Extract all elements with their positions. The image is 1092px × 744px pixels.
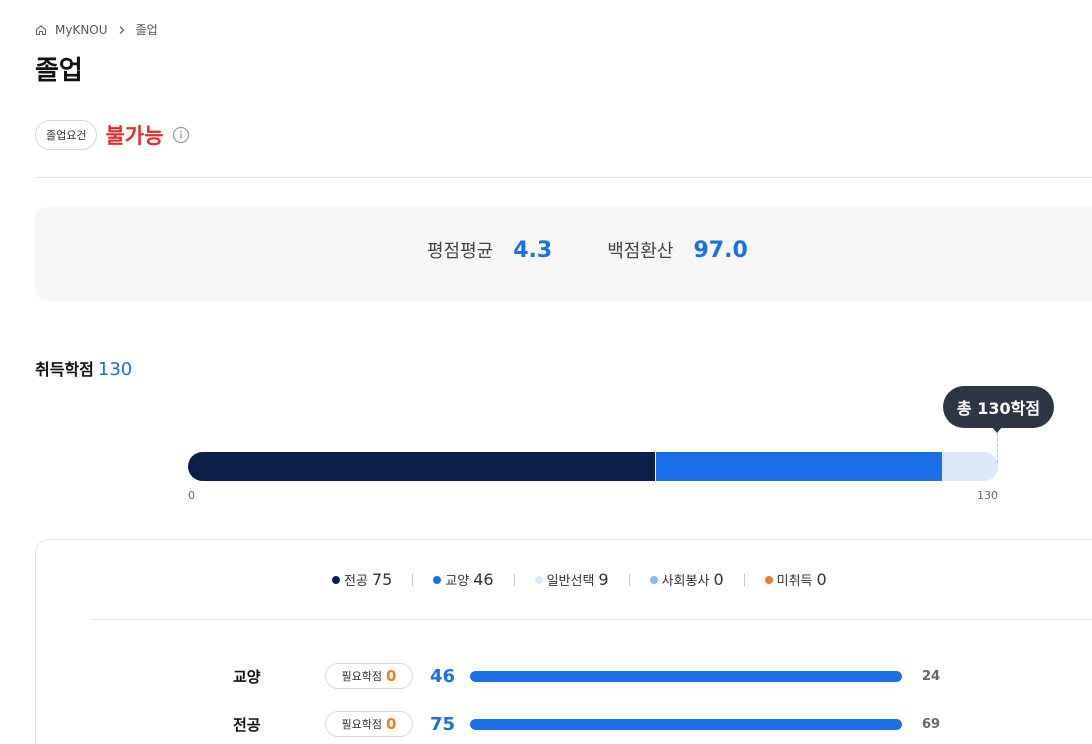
required-credits-value: 0 [386, 715, 397, 733]
required-credits-label: 필요학점 [341, 670, 383, 683]
legend-value: 75 [371, 570, 393, 589]
gpa-score-label: 백점환산 [607, 241, 674, 262]
progress-bar [470, 670, 902, 682]
required-credits-pill: 필요학점 0 [325, 663, 413, 689]
gpa-summary-box: 평점평균 4.3 백점환산 97.0 [35, 207, 1092, 301]
remaining-credits: 24 [922, 668, 941, 684]
breadcrumb-current: 졸업 [135, 23, 158, 37]
page-title: 졸업 [35, 56, 83, 86]
legend-dot [534, 575, 543, 584]
earned-credits: 75 [430, 713, 456, 735]
breadcrumb: MyKNOU 졸업 [35, 21, 158, 38]
credits-title-label: 취득학점 [35, 360, 94, 379]
legend-value: 46 [473, 570, 494, 589]
axis-max-label: 130 [977, 489, 998, 502]
legend-item-general: 교양 46 [433, 570, 494, 589]
bar-segment-major [188, 452, 656, 481]
legend-dot [649, 575, 658, 584]
gpa-avg-value: 4.3 [513, 238, 553, 263]
gpa-score-value: 97.0 [693, 238, 748, 263]
requirement-status: 불가능 [105, 124, 164, 148]
legend-value: 9 [598, 570, 609, 589]
legend-separator [743, 573, 745, 586]
legend-separator [628, 573, 630, 586]
home-icon[interactable] [35, 24, 47, 36]
legend-label: 미취득 [776, 574, 813, 589]
bar-segment-elective [941, 452, 998, 481]
legend-dot [332, 575, 340, 584]
chevron-right-icon [118, 25, 126, 35]
category-label: 교양 [233, 667, 261, 686]
progress-fill [470, 670, 902, 682]
legend-label: 일반선택 [546, 574, 595, 589]
category-label: 전공 [233, 715, 261, 734]
bar-segment-general [655, 452, 942, 481]
section-divider [35, 177, 1092, 178]
gpa-avg-label: 평점평균 [427, 241, 494, 262]
legend-label: 사회봉사 [661, 574, 710, 589]
graduation-requirement-row: 졸업요건 불가능 [35, 120, 190, 150]
legend-separator [513, 573, 515, 586]
legend-item-major: 전공 75 [332, 570, 392, 589]
axis-min-label: 0 [188, 489, 195, 502]
total-marker-line [997, 433, 998, 463]
legend-item-elective: 일반선택 9 [534, 570, 609, 589]
info-icon[interactable] [172, 126, 190, 144]
legend-label: 전공 [344, 574, 368, 589]
remaining-credits: 69 [922, 716, 941, 732]
progress-bar [470, 718, 902, 730]
required-credits-value: 0 [386, 667, 397, 685]
progress-fill [470, 718, 902, 730]
breadcrumb-home-link[interactable]: MyKNOU [55, 23, 108, 37]
legend-value: 0 [713, 570, 724, 589]
credits-legend: 전공 75 교양 46 일반선택 9 사회봉사 0 미취득 0 [332, 570, 827, 589]
credits-heading: 취득학점 130 [35, 356, 132, 380]
legend-dot [764, 575, 773, 584]
legend-label: 교양 [445, 574, 470, 589]
credits-total: 130 [97, 359, 133, 380]
legend-separator [412, 573, 414, 586]
credits-stacked-bar [188, 452, 998, 481]
legend-item-volunteer: 사회봉사 0 [649, 570, 724, 589]
requirement-pill: 졸업요건 [35, 120, 98, 150]
category-row-general: 교양 필요학점 0 46 24 [233, 661, 993, 691]
legend-item-unearned: 미취득 0 [764, 570, 827, 589]
legend-value: 0 [816, 570, 827, 589]
required-credits-label: 필요학점 [341, 718, 383, 731]
total-credits-tooltip: 총 130학점 [943, 386, 1054, 428]
card-divider [90, 619, 1092, 620]
legend-dot [433, 575, 442, 584]
category-row-major: 전공 필요학점 0 75 69 [233, 709, 993, 739]
required-credits-pill: 필요학점 0 [325, 711, 413, 737]
earned-credits: 46 [430, 665, 456, 687]
